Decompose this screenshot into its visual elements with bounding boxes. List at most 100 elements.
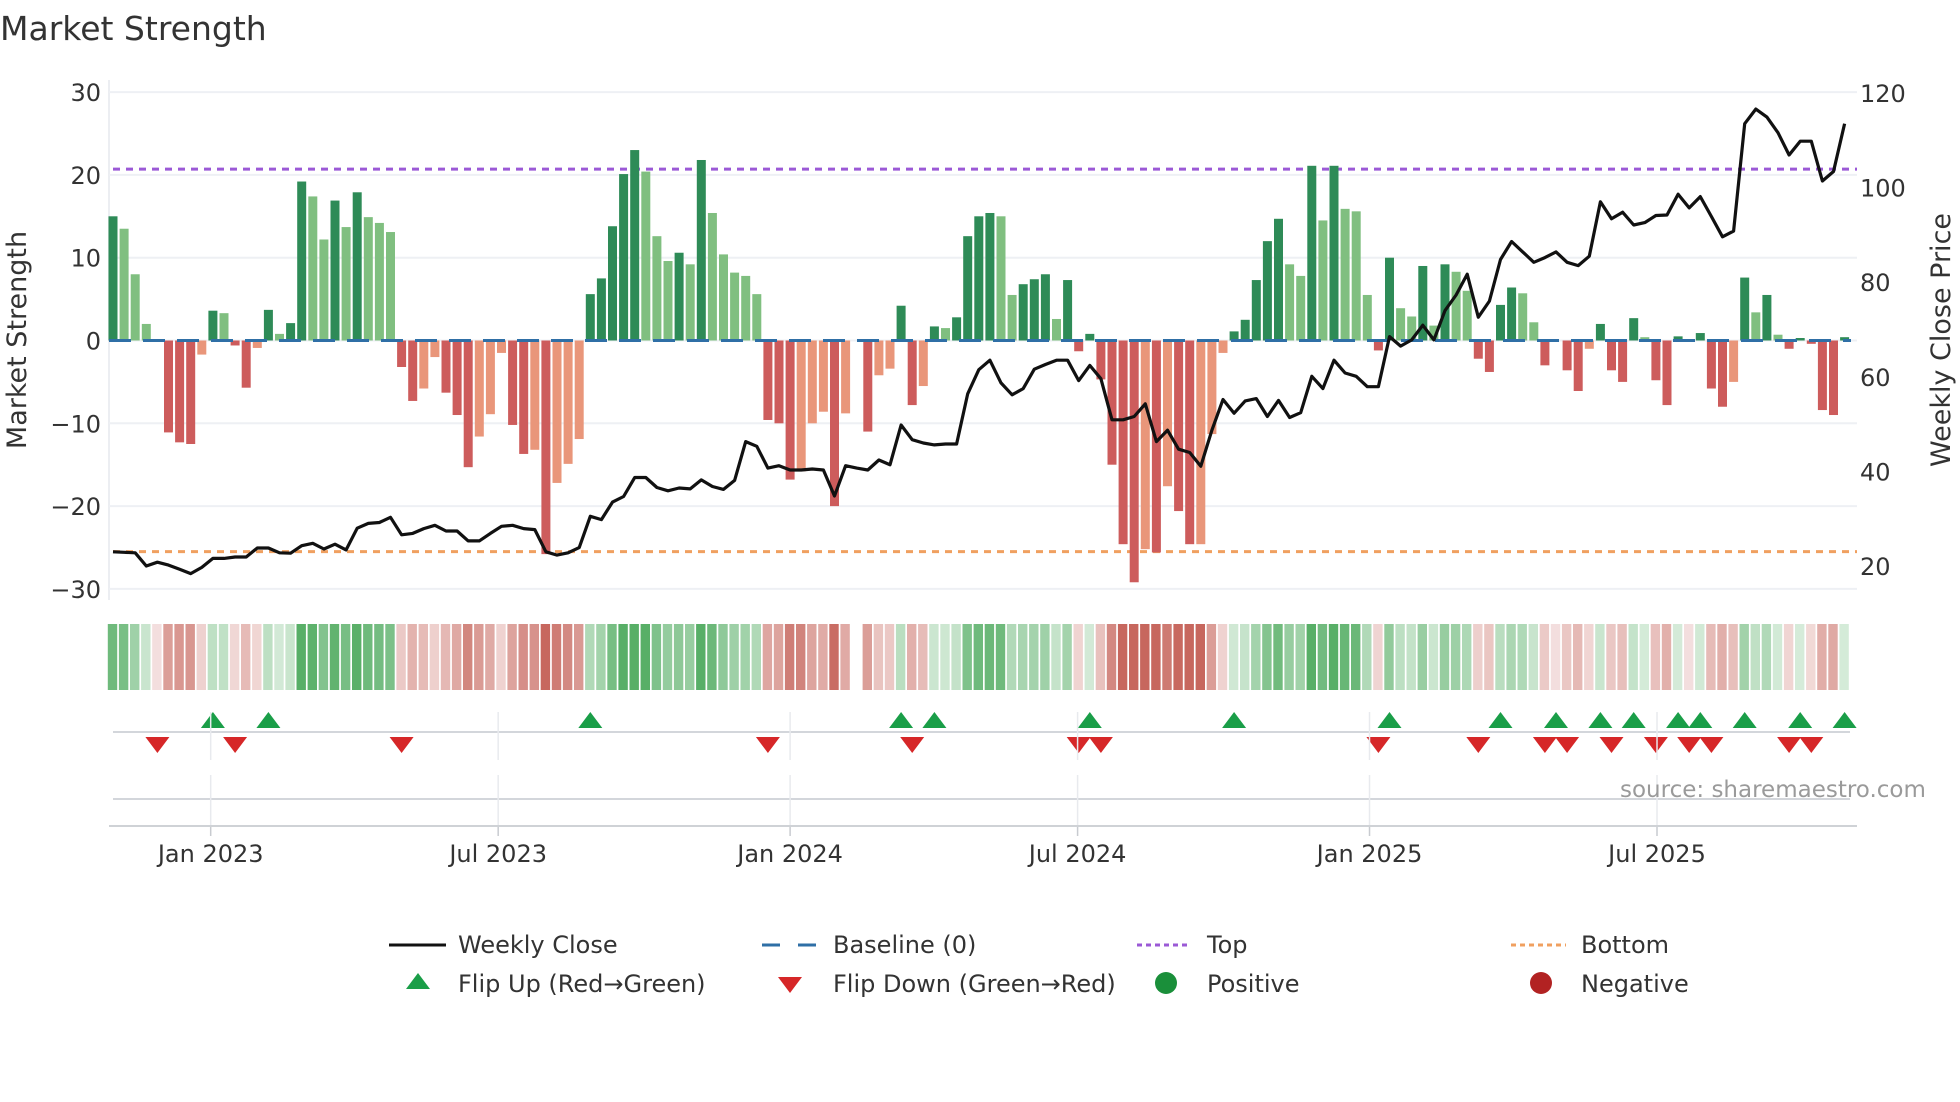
- heatmap-cell: [562, 624, 573, 690]
- strength-bar: [874, 340, 884, 376]
- flip-down-icon: [223, 737, 248, 753]
- heatmap-cell: [385, 624, 395, 690]
- strength-bar: [219, 313, 229, 341]
- flip-up-icon: [1377, 712, 1402, 728]
- strength-bar: [1518, 293, 1528, 341]
- heatmap-cell: [662, 624, 673, 690]
- legend-positive-icon: [1155, 972, 1177, 994]
- strength-bar: [1396, 308, 1406, 341]
- legend-bottom: Bottom: [1581, 931, 1669, 959]
- strength-bar: [374, 222, 384, 341]
- strength-bar: [1085, 333, 1095, 341]
- right-tick-label: 40: [1860, 458, 1891, 486]
- heatmap-cell: [1095, 624, 1106, 690]
- heatmap-cell: [596, 624, 606, 690]
- heatmap-cell: [1806, 624, 1816, 690]
- right-tick-label: 120: [1860, 80, 1906, 108]
- heatmap-cell: [107, 624, 118, 690]
- flip-up-icon: [1832, 712, 1857, 728]
- heatmap-cell: [1262, 624, 1272, 690]
- heatmap-cell: [807, 624, 817, 690]
- strength-bar: [308, 196, 318, 341]
- heatmap-cell: [1295, 624, 1305, 690]
- heatmap-cell: [118, 624, 129, 690]
- heatmap-cell: [829, 624, 839, 690]
- heatmap-cell: [1173, 624, 1183, 690]
- heatmap-cell: [1684, 624, 1694, 690]
- strength-bar: [386, 232, 395, 341]
- strength-bar: [352, 192, 362, 341]
- flip-down-icon: [1643, 737, 1668, 753]
- heatmap-cell: [962, 624, 972, 690]
- heatmap-cell: [1129, 624, 1139, 690]
- flip-down-icon: [1555, 737, 1580, 753]
- flip-up-icon: [578, 712, 603, 728]
- strength-bar: [985, 212, 995, 341]
- heatmap-cell: [918, 624, 928, 690]
- heatmap-cell: [1828, 624, 1838, 690]
- strength-bar: [1718, 340, 1727, 407]
- heatmap-cell: [1040, 624, 1050, 690]
- source-label: source: sharemaestro.com: [1620, 777, 1926, 803]
- strength-bar: [119, 228, 129, 341]
- heatmap-cell: [429, 624, 440, 690]
- strength-bar: [186, 340, 196, 444]
- strength-bar: [830, 340, 839, 507]
- heatmap-cell: [1362, 624, 1372, 690]
- heatmap-cell: [318, 624, 329, 690]
- flip-down-icon: [1066, 737, 1091, 753]
- strength-bar: [630, 150, 640, 341]
- heatmap-cell: [740, 624, 750, 690]
- strength-bar: [1440, 264, 1450, 341]
- strength-bar: [519, 340, 529, 454]
- strength-bar: [241, 340, 251, 388]
- right-tick-label: 80: [1860, 269, 1891, 297]
- legend-weekly-close: Weekly Close: [458, 931, 618, 959]
- legend-flip-down: Flip Down (Green→Red): [833, 970, 1116, 998]
- strength-bar: [1829, 340, 1838, 416]
- strength-bar: [552, 340, 562, 483]
- left-tick-label: 10: [70, 245, 101, 273]
- heatmap-cell: [1439, 624, 1450, 690]
- strength-bar: [763, 340, 773, 420]
- strength-bar: [663, 261, 673, 341]
- legend-negative-icon: [1530, 972, 1552, 994]
- strength-bar: [896, 305, 906, 341]
- heatmap-cell: [1506, 624, 1516, 690]
- heatmap-cell: [873, 624, 884, 690]
- flip-up-icon: [1488, 712, 1513, 728]
- heatmap-cell: [1339, 624, 1350, 690]
- x-axis: Jan 2023 Jul 2023 Jan 2024 Jul 2024 Jan 2025…: [109, 712, 1857, 868]
- flip-up-icon: [1222, 712, 1247, 728]
- strength-bar: [1018, 284, 1028, 341]
- strength-bar: [1163, 340, 1172, 487]
- heatmap-cell: [1584, 624, 1594, 690]
- heatmap-cell: [1395, 624, 1405, 690]
- heatmap-cell: [929, 624, 939, 690]
- heatmap-cell: [174, 624, 184, 690]
- heatmap-cell: [762, 624, 773, 690]
- flip-down-icon: [1088, 737, 1113, 753]
- left-tick-label: 0: [86, 328, 101, 356]
- strength-bar: [508, 340, 518, 425]
- strength-bar: [330, 200, 340, 341]
- heatmap-cell: [862, 624, 872, 690]
- strength-bar: [1795, 338, 1805, 341]
- heatmap-cell: [329, 624, 340, 690]
- heatmap-cell: [1839, 624, 1849, 690]
- heatmap-cell: [440, 624, 451, 690]
- heatmap-cell: [1428, 624, 1439, 690]
- heatmap-cell: [729, 624, 739, 690]
- strength-bar: [1151, 340, 1161, 553]
- strength-bar: [1118, 340, 1128, 545]
- strength-bar: [1662, 340, 1672, 406]
- left-tick-label: −30: [50, 576, 101, 604]
- left-tick-label: 20: [70, 162, 101, 190]
- strength-bar: [1817, 340, 1827, 411]
- heatmap-cell: [840, 624, 850, 690]
- heatmap-cell: [907, 624, 917, 690]
- flip-down-icon: [389, 737, 414, 753]
- heatmap-cell: [585, 624, 595, 690]
- strength-bar: [175, 340, 185, 443]
- strength-bar: [774, 340, 784, 424]
